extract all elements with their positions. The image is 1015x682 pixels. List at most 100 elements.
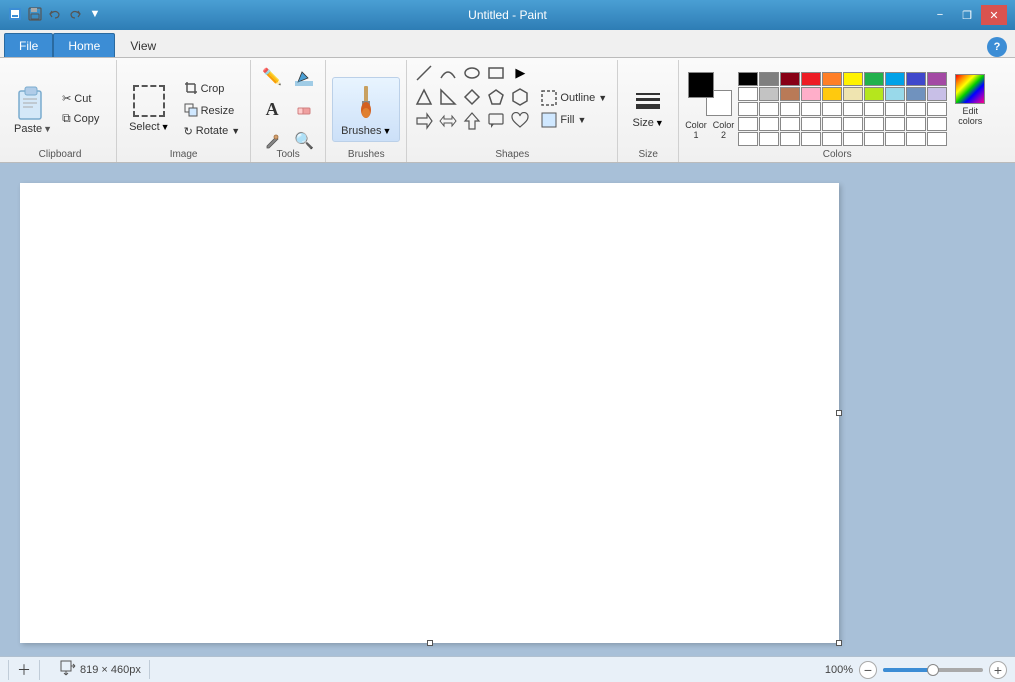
shape-arrow-both[interactable]: [437, 110, 459, 132]
fill-tool[interactable]: [289, 62, 319, 92]
qa-dropdown-btn[interactable]: ▼: [86, 5, 104, 23]
brushes-dropdown-icon[interactable]: ▼: [382, 126, 391, 136]
palette-color-30[interactable]: [738, 117, 758, 131]
paste-button[interactable]: Paste ▼: [10, 81, 56, 137]
palette-color-2[interactable]: [780, 72, 800, 86]
palette-color-37[interactable]: [885, 117, 905, 131]
resize-handle-bottom[interactable]: [427, 640, 433, 646]
color1-swatch[interactable]: [688, 72, 714, 98]
resize-handle-corner[interactable]: [836, 640, 842, 646]
palette-color-0[interactable]: [738, 72, 758, 86]
palette-color-11[interactable]: [759, 87, 779, 101]
rotate-dropdown-icon[interactable]: ▼: [231, 126, 240, 136]
palette-color-25[interactable]: [843, 102, 863, 116]
palette-color-16[interactable]: [864, 87, 884, 101]
palette-color-17[interactable]: [885, 87, 905, 101]
palette-color-24[interactable]: [822, 102, 842, 116]
palette-color-23[interactable]: [801, 102, 821, 116]
palette-color-34[interactable]: [822, 117, 842, 131]
shape-rectangle[interactable]: [485, 62, 507, 84]
palette-color-42[interactable]: [780, 132, 800, 146]
rotate-button[interactable]: ↻ Rotate ▼: [180, 123, 245, 140]
brushes-button[interactable]: Brushes ▼: [332, 77, 400, 142]
tab-view[interactable]: View: [115, 33, 171, 57]
palette-color-19[interactable]: [927, 87, 947, 101]
palette-color-8[interactable]: [906, 72, 926, 86]
size-button[interactable]: Size ▼: [624, 85, 672, 133]
shape-curve[interactable]: [437, 62, 459, 84]
copy-button[interactable]: ⧉ Copy: [58, 109, 108, 128]
shape-arrow-up[interactable]: [461, 110, 483, 132]
zoom-plus-button[interactable]: +: [989, 661, 1007, 679]
palette-color-32[interactable]: [780, 117, 800, 131]
shape-heart[interactable]: [509, 110, 531, 132]
palette-color-47[interactable]: [885, 132, 905, 146]
size-dropdown-icon[interactable]: ▼: [655, 118, 664, 128]
palette-color-49[interactable]: [927, 132, 947, 146]
palette-color-38[interactable]: [906, 117, 926, 131]
palette-color-4[interactable]: [822, 72, 842, 86]
palette-color-10[interactable]: [738, 87, 758, 101]
zoom-minus-button[interactable]: −: [859, 661, 877, 679]
palette-color-20[interactable]: [738, 102, 758, 116]
palette-color-22[interactable]: [780, 102, 800, 116]
shape-rightangle[interactable]: [437, 86, 459, 108]
palette-color-43[interactable]: [801, 132, 821, 146]
palette-color-18[interactable]: [906, 87, 926, 101]
palette-color-26[interactable]: [864, 102, 884, 116]
palette-color-41[interactable]: [759, 132, 779, 146]
text-tool[interactable]: A: [257, 94, 287, 124]
shape-more[interactable]: ▶: [509, 62, 531, 84]
resize-handle-right[interactable]: [836, 410, 842, 416]
color2-btn[interactable]: Color 2: [713, 120, 735, 140]
shape-arrow-right[interactable]: [413, 110, 435, 132]
shape-oval[interactable]: [461, 62, 483, 84]
crop-button[interactable]: Crop: [180, 79, 245, 100]
fill-dropdown[interactable]: ▼: [577, 115, 586, 125]
outline-dropdown[interactable]: ▼: [598, 93, 607, 103]
palette-color-31[interactable]: [759, 117, 779, 131]
navigate-status[interactable]: ＋: [8, 660, 40, 680]
palette-color-7[interactable]: [885, 72, 905, 86]
shape-callout[interactable]: [485, 110, 507, 132]
zoom-slider-thumb[interactable]: [927, 664, 939, 676]
palette-color-33[interactable]: [801, 117, 821, 131]
palette-color-45[interactable]: [843, 132, 863, 146]
palette-color-46[interactable]: [864, 132, 884, 146]
palette-color-13[interactable]: [801, 87, 821, 101]
palette-color-40[interactable]: [738, 132, 758, 146]
undo-quick-btn[interactable]: [46, 5, 64, 23]
cut-button[interactable]: ✂ Cut: [58, 90, 108, 107]
palette-color-27[interactable]: [885, 102, 905, 116]
close-button[interactable]: ✕: [981, 5, 1007, 25]
palette-color-21[interactable]: [759, 102, 779, 116]
fill-button[interactable]: Fill ▼: [537, 110, 611, 130]
color1-btn[interactable]: Color 1: [685, 120, 707, 140]
palette-color-6[interactable]: [864, 72, 884, 86]
palette-color-39[interactable]: [927, 117, 947, 131]
palette-color-14[interactable]: [822, 87, 842, 101]
palette-color-1[interactable]: [759, 72, 779, 86]
eraser-tool[interactable]: [289, 94, 319, 124]
outline-button[interactable]: Outline ▼: [537, 88, 611, 108]
zoom-slider[interactable]: [883, 668, 983, 672]
help-button[interactable]: ?: [987, 37, 1007, 57]
palette-color-3[interactable]: [801, 72, 821, 86]
paste-dropdown-icon[interactable]: ▼: [43, 124, 52, 134]
palette-color-44[interactable]: [822, 132, 842, 146]
palette-color-12[interactable]: [780, 87, 800, 101]
pencil-tool[interactable]: ✏️: [257, 62, 287, 92]
palette-color-9[interactable]: [927, 72, 947, 86]
shape-triangle[interactable]: [413, 86, 435, 108]
minimize-button[interactable]: −: [927, 5, 953, 25]
palette-color-36[interactable]: [864, 117, 884, 131]
shape-hexagon[interactable]: [509, 86, 531, 108]
palette-color-48[interactable]: [906, 132, 926, 146]
shape-line[interactable]: [413, 62, 435, 84]
palette-color-29[interactable]: [927, 102, 947, 116]
restore-button[interactable]: ❐: [954, 5, 980, 25]
tab-file[interactable]: File: [4, 33, 53, 57]
redo-quick-btn[interactable]: [66, 5, 84, 23]
tab-home[interactable]: Home: [53, 33, 115, 57]
save-quick-btn[interactable]: [26, 5, 44, 23]
